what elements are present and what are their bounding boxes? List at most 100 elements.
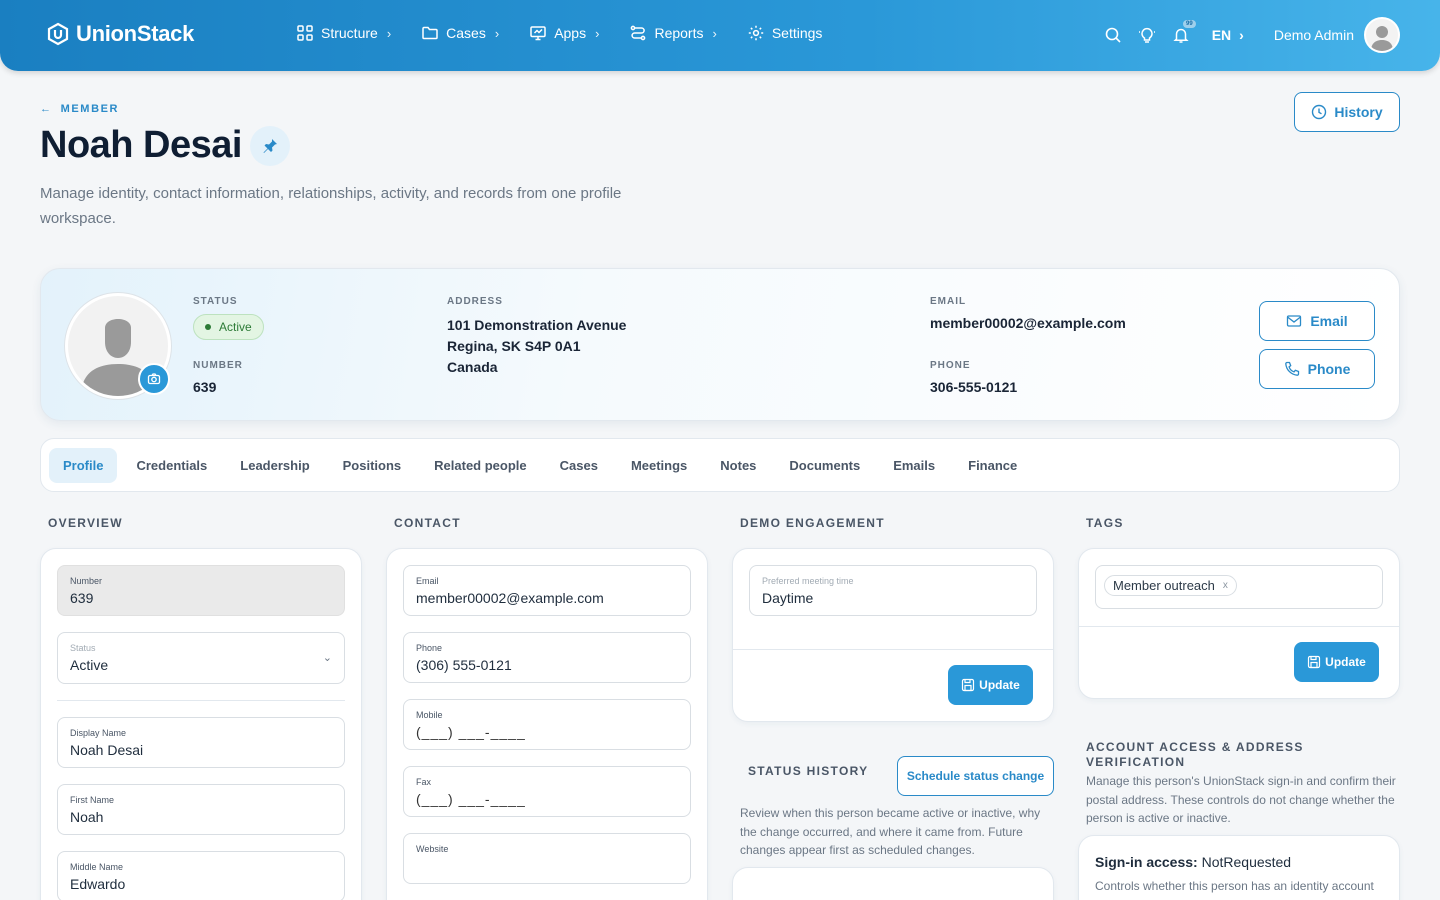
pin-icon: [263, 138, 277, 153]
status-label: STATUS: [193, 296, 238, 307]
status-history-title: STATUS HISTORY: [748, 764, 869, 778]
tab-finance[interactable]: Finance: [954, 448, 1031, 483]
chevron-right-icon: ›: [494, 25, 500, 41]
tags-panel: Member outreach x Update: [1078, 548, 1400, 699]
middle-name-field[interactable]: Middle Name Edwardo: [57, 851, 345, 900]
nav-reports[interactable]: Reports ›: [629, 24, 717, 42]
signin-access-description: Controls whether this person has an iden…: [1095, 879, 1374, 893]
tags-title: TAGS: [1086, 516, 1124, 530]
arrow-left-icon: ←: [40, 103, 53, 115]
phone-icon: [1284, 361, 1299, 376]
language-selector[interactable]: EN ›: [1212, 27, 1244, 43]
tab-cases[interactable]: Cases: [546, 448, 612, 483]
fax-field-value: (___) ___-____: [416, 791, 526, 807]
status-history-panel: [732, 867, 1054, 900]
website-field[interactable]: Website: [403, 833, 691, 884]
chevron-right-icon: ›: [595, 25, 600, 41]
phone-field-value: (306) 555-0121: [416, 657, 512, 673]
engagement-panel: Preferred meeting time Daytime Update: [732, 548, 1054, 722]
nav-apps[interactable]: Apps ›: [529, 24, 599, 42]
history-button[interactable]: History: [1294, 92, 1400, 132]
display-name-field[interactable]: Display Name Noah Desai: [57, 717, 345, 768]
engagement-divider: [733, 649, 1053, 650]
tag-remove-icon[interactable]: x: [1223, 580, 1228, 591]
number-field: Number 639: [57, 565, 345, 616]
first-name-field[interactable]: First Name Noah: [57, 784, 345, 835]
display-name-value: Noah Desai: [70, 742, 144, 758]
tab-credentials[interactable]: Credentials: [122, 448, 221, 483]
phone-field[interactable]: Phone (306) 555-0121: [403, 632, 691, 683]
engagement-update-label: Update: [979, 678, 1020, 692]
email-action-button[interactable]: Email: [1259, 301, 1375, 341]
tab-documents[interactable]: Documents: [775, 448, 874, 483]
phone-action-button[interactable]: Phone: [1259, 349, 1375, 389]
number-label: NUMBER: [193, 360, 243, 371]
meeting-time-label: Preferred meeting time: [762, 576, 854, 586]
brand-logo[interactable]: UnionStack: [46, 21, 194, 47]
search-button[interactable]: [1096, 17, 1130, 53]
contact-title: CONTACT: [394, 516, 461, 530]
number-value: 639: [193, 379, 217, 395]
signin-access-panel: Sign-in access: NotRequested Controls wh…: [1078, 835, 1400, 900]
page-title: Noah Desai: [40, 124, 242, 166]
chevron-down-icon: ⌄: [322, 652, 332, 664]
preferred-meeting-time-field[interactable]: Preferred meeting time Daytime: [749, 565, 1037, 616]
tags-update-button[interactable]: Update: [1294, 642, 1379, 682]
topbar-actions: 99 EN › Demo Admin: [1096, 17, 1400, 53]
tags-divider: [1079, 626, 1399, 627]
email-field[interactable]: Email member00002@example.com: [403, 565, 691, 616]
brand-name: UnionStack: [76, 21, 195, 46]
tab-emails[interactable]: Emails: [879, 448, 949, 483]
tab-meetings[interactable]: Meetings: [617, 448, 701, 483]
user-avatar[interactable]: [1364, 17, 1400, 53]
chevron-right-icon: ›: [712, 25, 717, 41]
nav-cases[interactable]: Cases ›: [421, 24, 499, 42]
phone-label: PHONE: [930, 360, 971, 371]
tab-positions[interactable]: Positions: [329, 448, 416, 483]
mail-icon: [1287, 315, 1302, 327]
tab-leadership[interactable]: Leadership: [226, 448, 323, 483]
change-photo-button[interactable]: [138, 363, 170, 395]
monitor-icon: [530, 26, 546, 41]
address-line-1: 101 Demonstration Avenue: [447, 317, 627, 333]
phone-field-label: Phone: [416, 643, 443, 653]
overview-divider: [57, 700, 345, 701]
fax-field[interactable]: Fax (___) ___-____: [403, 766, 691, 817]
email-value: member00002@example.com: [930, 315, 1126, 331]
user-menu-name[interactable]: Demo Admin: [1274, 27, 1354, 43]
pin-button[interactable]: [249, 125, 290, 166]
schedule-status-change-button[interactable]: Schedule status change: [897, 756, 1054, 796]
status-select[interactable]: Status Active ⌄: [57, 632, 345, 684]
clock-icon: [1312, 104, 1327, 120]
mobile-field[interactable]: Mobile (___) ___-____: [403, 699, 691, 750]
middle-name-value: Edwardo: [70, 876, 126, 892]
nav-cases-label: Cases: [446, 25, 486, 41]
status-value: Active: [219, 320, 252, 334]
address-line-2: Regina, SK S4P 0A1: [447, 338, 581, 354]
website-field-label: Website: [416, 844, 449, 854]
folder-icon: [422, 26, 438, 40]
signin-access-row: Sign-in access: NotRequested: [1095, 854, 1291, 870]
breadcrumb[interactable]: ← MEMBER: [40, 103, 119, 115]
tab-notes[interactable]: Notes: [706, 448, 770, 483]
notifications-button[interactable]: 99: [1164, 17, 1198, 53]
unionstack-logo-icon: [47, 22, 69, 46]
top-navigation-bar: UnionStack Structure › Cases › Apps › Repor…: [0, 0, 1440, 71]
nav-settings[interactable]: Settings: [747, 24, 822, 42]
engagement-update-button[interactable]: Update: [948, 665, 1033, 705]
signin-access-value: NotRequested: [1201, 854, 1292, 870]
tips-button[interactable]: [1130, 17, 1164, 53]
person-silhouette-icon: [1371, 26, 1393, 51]
tags-input[interactable]: Member outreach x: [1095, 565, 1383, 609]
email-label: EMAIL: [930, 296, 967, 307]
tab-related-people[interactable]: Related people: [420, 448, 540, 483]
bell-icon: [1173, 28, 1189, 43]
address-line-3: Canada: [447, 359, 498, 375]
phone-action-label: Phone: [1307, 361, 1351, 377]
nav-structure[interactable]: Structure ›: [296, 24, 391, 42]
language-label: EN: [1211, 27, 1232, 43]
nav-structure-label: Structure: [321, 25, 378, 41]
tab-profile[interactable]: Profile: [49, 447, 118, 483]
middle-name-label: Middle Name: [70, 862, 124, 872]
breadcrumb-label: MEMBER: [60, 103, 120, 115]
